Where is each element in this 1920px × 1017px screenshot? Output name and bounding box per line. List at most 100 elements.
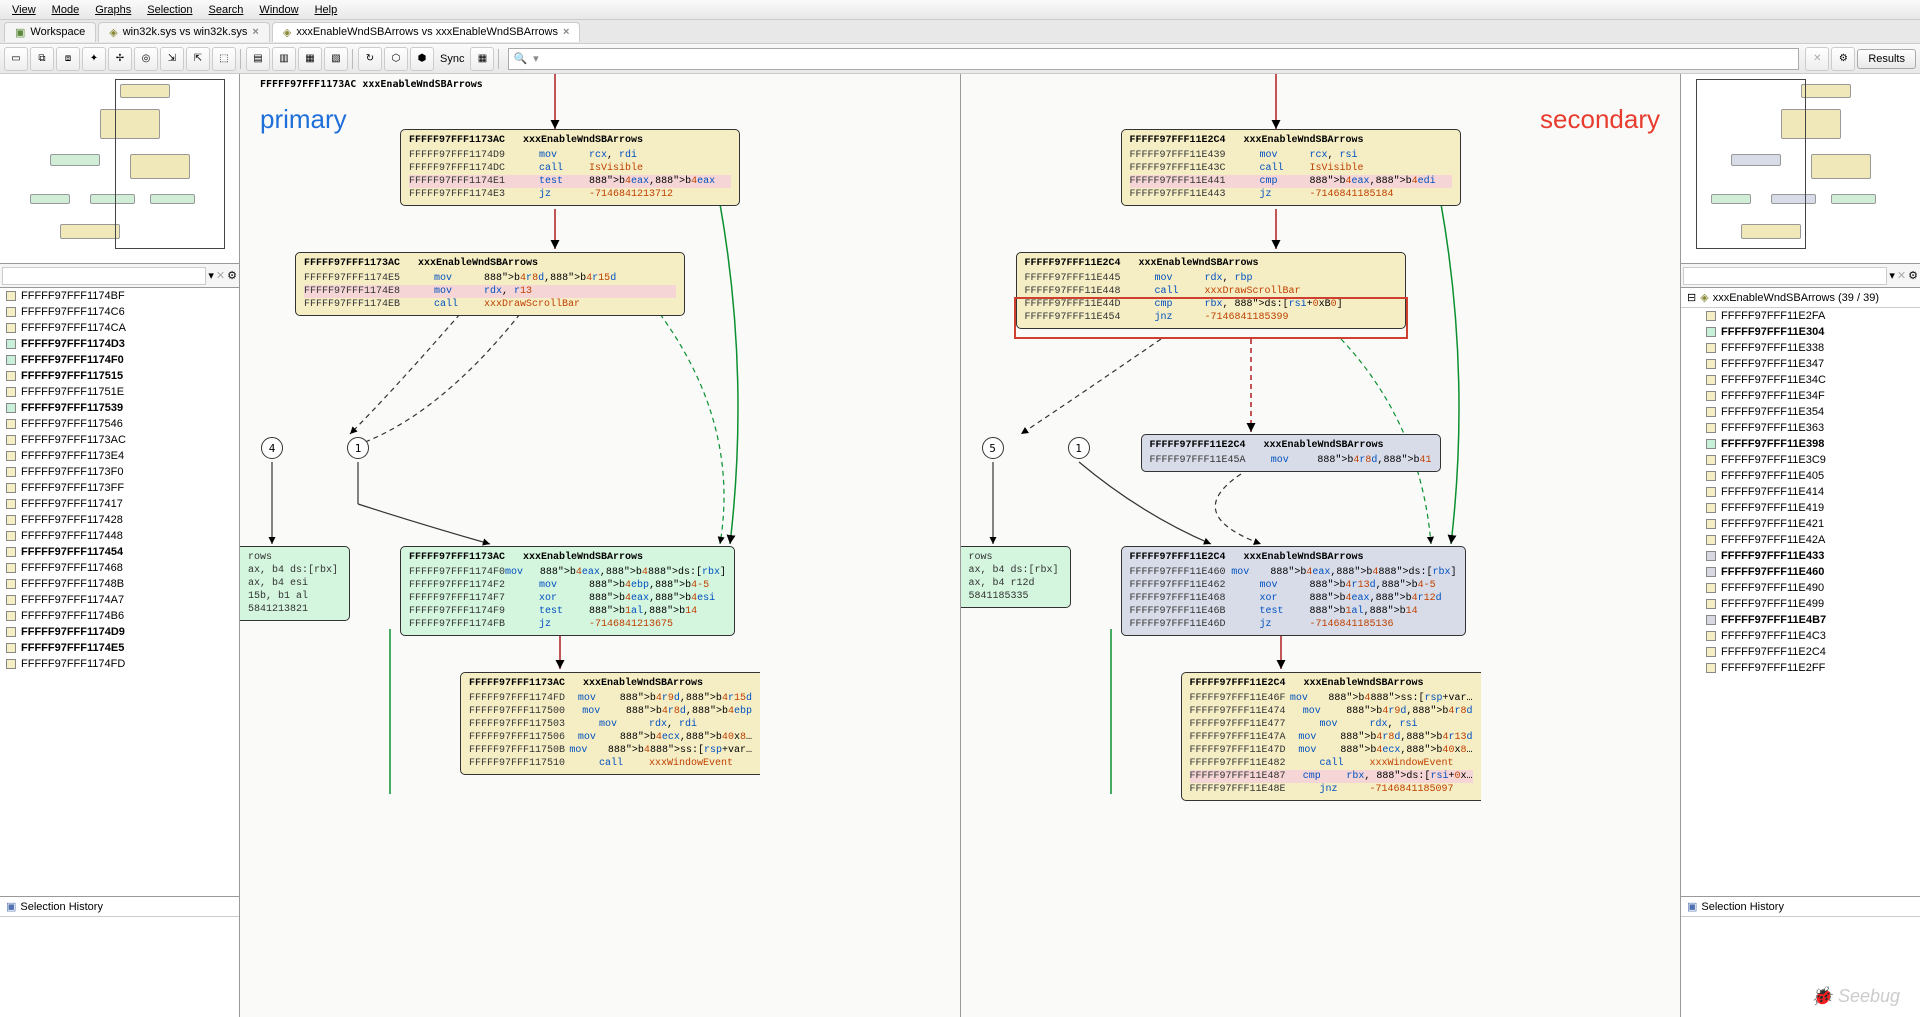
tab-diff-1[interactable]: ◈ win32k.sys vs win32k.sys ×: [98, 22, 270, 42]
menu-selection[interactable]: Selection: [139, 2, 200, 18]
tool-btn-9[interactable]: ⬚: [212, 47, 236, 71]
close-icon[interactable]: ×: [563, 26, 569, 38]
address-item[interactable]: FFFFF97FFF1174E5: [0, 640, 239, 656]
address-item[interactable]: FFFFF97FFF1173E4: [0, 448, 239, 464]
address-item[interactable]: FFFFF97FFF117448: [0, 528, 239, 544]
code-block[interactable]: FFFFF97FFF11E2C4 xxxEnableWndSBArrowsFFF…: [1121, 546, 1466, 636]
tool-btn-8[interactable]: ⇱: [186, 47, 210, 71]
address-item[interactable]: FFFFF97FFF11E304: [1681, 324, 1920, 340]
address-item[interactable]: FFFFF97FFF1174B6: [0, 608, 239, 624]
tab-diff-2[interactable]: ◈ xxxEnableWndSBArrows vs xxxEnableWndSB…: [272, 22, 581, 42]
tool-btn-7[interactable]: ⇲: [160, 47, 184, 71]
tab-workspace[interactable]: ▣ Workspace: [4, 22, 96, 42]
address-item[interactable]: FFFFF97FFF11E4B7: [1681, 612, 1920, 628]
menu-graphs[interactable]: Graphs: [87, 2, 139, 18]
code-block[interactable]: FFFFF97FFF1173AC xxxEnableWndSBArrowsFFF…: [460, 672, 760, 775]
gear-icon[interactable]: ⚙: [227, 269, 237, 282]
address-item[interactable]: FFFFF97FFF1174C6: [0, 304, 239, 320]
address-item[interactable]: FFFFF97FFF11E2C4: [1681, 644, 1920, 660]
address-item[interactable]: FFFFF97FFF117515: [0, 368, 239, 384]
tool-btn-16[interactable]: ⬢: [410, 47, 434, 71]
address-item[interactable]: FFFFF97FFF1174D9: [0, 624, 239, 640]
code-block[interactable]: FFFFF97FFF1173AC xxxEnableWndSBArrowsFFF…: [400, 129, 740, 206]
address-item[interactable]: FFFFF97FFF117468: [0, 560, 239, 576]
address-item[interactable]: FFFFF97FFF11E34C: [1681, 372, 1920, 388]
menu-search[interactable]: Search: [201, 2, 252, 18]
code-block[interactable]: FFFFF97FFF11E2C4 xxxEnableWndSBArrowsFFF…: [1181, 672, 1481, 801]
code-block[interactable]: FFFFF97FFF1173AC xxxEnableWndSBArrowsFFF…: [295, 252, 685, 316]
address-item[interactable]: FFFFF97FFF1173F0: [0, 464, 239, 480]
menu-mode[interactable]: Mode: [44, 2, 88, 18]
address-item[interactable]: FFFFF97FFF11748B: [0, 576, 239, 592]
tool-btn-4[interactable]: ✦: [82, 47, 106, 71]
settings-btn[interactable]: ⚙: [1831, 47, 1855, 71]
address-item[interactable]: FFFFF97FFF11E490: [1681, 580, 1920, 596]
tree-header[interactable]: ⊟ ◈ xxxEnableWndSBArrows (39 / 39): [1681, 288, 1920, 308]
address-item[interactable]: FFFFF97FFF1174BF: [0, 288, 239, 304]
tool-btn-13[interactable]: ▧: [324, 47, 348, 71]
address-item[interactable]: FFFFF97FFF11E347: [1681, 356, 1920, 372]
address-item[interactable]: FFFFF97FFF1174FD: [0, 656, 239, 672]
address-item[interactable]: FFFFF97FFF11E414: [1681, 484, 1920, 500]
proximity-node[interactable]: 1: [1068, 437, 1090, 459]
minimap-primary[interactable]: [0, 74, 239, 264]
dropdown-icon[interactable]: ▾: [1889, 269, 1895, 282]
address-list-secondary[interactable]: FFFFF97FFF11E2FAFFFFF97FFF11E304FFFFF97F…: [1681, 308, 1920, 897]
filter-input[interactable]: [2, 267, 206, 285]
code-block[interactable]: FFFFF97FFF1173AC xxxEnableWndSBArrowsFFF…: [400, 546, 735, 636]
proximity-node[interactable]: 1: [347, 437, 369, 459]
address-item[interactable]: FFFFF97FFF11E3C9: [1681, 452, 1920, 468]
tool-btn-3[interactable]: ⧈: [56, 47, 80, 71]
address-item[interactable]: FFFFF97FFF11E460: [1681, 564, 1920, 580]
address-item[interactable]: FFFFF97FFF11E398: [1681, 436, 1920, 452]
address-item[interactable]: FFFFF97FFF11E2FF: [1681, 660, 1920, 676]
dropdown-icon[interactable]: ▾: [208, 269, 214, 282]
menu-window[interactable]: Window: [251, 2, 306, 18]
expand-icon[interactable]: ⊟: [1687, 291, 1696, 304]
code-block[interactable]: rowsax, b4 ds:[rbx]ax, b4 r12d5841185335: [961, 546, 1071, 608]
address-item[interactable]: FFFFF97FFF117454: [0, 544, 239, 560]
tool-btn-15[interactable]: ⬡: [384, 47, 408, 71]
clear-btn[interactable]: ✕: [1805, 47, 1829, 71]
clear-icon[interactable]: ✕: [1897, 269, 1906, 282]
menu-help[interactable]: Help: [307, 2, 346, 18]
tool-btn-1[interactable]: ▭: [4, 47, 28, 71]
minimap-secondary[interactable]: [1681, 74, 1920, 264]
results-button[interactable]: Results: [1857, 49, 1916, 69]
address-item[interactable]: FFFFF97FFF11E2FA: [1681, 308, 1920, 324]
menu-view[interactable]: View: [4, 2, 44, 18]
address-item[interactable]: FFFFF97FFF1174CA: [0, 320, 239, 336]
tool-btn-2[interactable]: ⧉: [30, 47, 54, 71]
address-item[interactable]: FFFFF97FFF11E338: [1681, 340, 1920, 356]
address-item[interactable]: FFFFF97FFF1174D3: [0, 336, 239, 352]
address-item[interactable]: FFFFF97FFF117539: [0, 400, 239, 416]
address-item[interactable]: FFFFF97FFF11E34F: [1681, 388, 1920, 404]
tool-btn-12[interactable]: ▦: [298, 47, 322, 71]
address-item[interactable]: FFFFF97FFF11E499: [1681, 596, 1920, 612]
tool-btn-14[interactable]: ↻: [358, 47, 382, 71]
code-block[interactable]: FFFFF97FFF11E2C4 xxxEnableWndSBArrowsFFF…: [1141, 434, 1441, 472]
address-item[interactable]: FFFFF97FFF1173AC: [0, 432, 239, 448]
search-combo[interactable]: 🔍 ▾: [508, 48, 1799, 70]
address-item[interactable]: FFFFF97FFF117428: [0, 512, 239, 528]
close-icon[interactable]: ×: [252, 26, 258, 38]
gear-icon[interactable]: ⚙: [1908, 269, 1918, 282]
address-item[interactable]: FFFFF97FFF117417: [0, 496, 239, 512]
code-block[interactable]: rowsax, b4 ds:[rbx]ax, b4 esi15b, b1 al5…: [240, 546, 350, 621]
address-item[interactable]: FFFFF97FFF1173FF: [0, 480, 239, 496]
tool-btn-11[interactable]: ▥: [272, 47, 296, 71]
clear-icon[interactable]: ✕: [216, 269, 225, 282]
address-item[interactable]: FFFFF97FFF11E421: [1681, 516, 1920, 532]
filter-input[interactable]: [1683, 267, 1887, 285]
address-item[interactable]: FFFFF97FFF11E419: [1681, 500, 1920, 516]
proximity-node[interactable]: 5: [982, 437, 1004, 459]
address-item[interactable]: FFFFF97FFF117546: [0, 416, 239, 432]
address-item[interactable]: FFFFF97FFF11E4C3: [1681, 628, 1920, 644]
address-item[interactable]: FFFFF97FFF11751E: [0, 384, 239, 400]
graph-secondary[interactable]: secondary FFFFF97FFF11E2C4 xxxEnableWndS…: [961, 74, 1681, 1017]
address-item[interactable]: FFFFF97FFF1174A7: [0, 592, 239, 608]
graph-primary[interactable]: FFFFF97FFF1173AC xxxEnableWndSBArrows pr…: [240, 74, 961, 1017]
proximity-node[interactable]: 4: [261, 437, 283, 459]
address-item[interactable]: FFFFF97FFF11E354: [1681, 404, 1920, 420]
address-list-primary[interactable]: FFFFF97FFF1174BFFFFFF97FFF1174C6FFFFF97F…: [0, 288, 239, 897]
